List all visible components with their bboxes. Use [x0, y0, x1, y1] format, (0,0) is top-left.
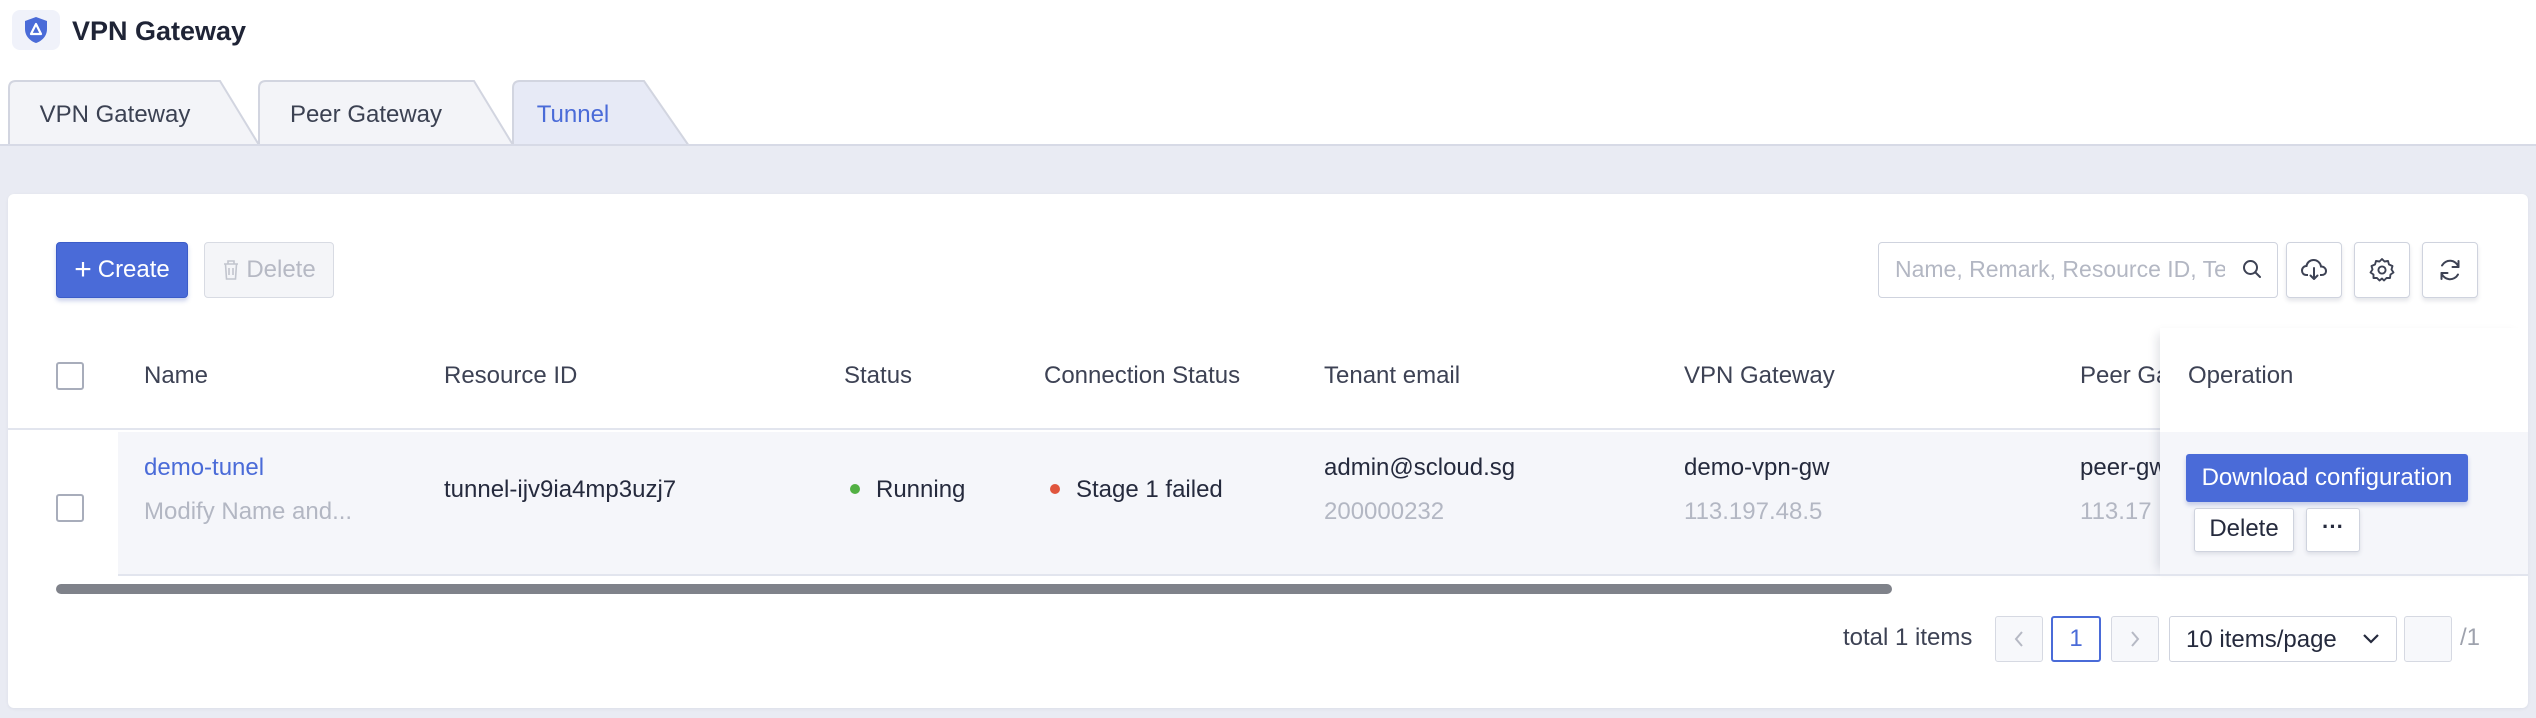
tunnel-resource-id: tunnel-ijv9ia4mp3uzj7: [444, 476, 677, 503]
next-page-button[interactable]: [2111, 616, 2159, 662]
refresh-button[interactable]: [2422, 242, 2478, 298]
column-name[interactable]: Name: [144, 362, 208, 390]
create-label: Create: [97, 256, 170, 283]
settings-button[interactable]: [2354, 242, 2410, 298]
tab-label: Peer Gateway: [289, 101, 443, 128]
gear-icon: [2369, 258, 2395, 282]
download-button[interactable]: [2286, 242, 2342, 298]
shield-icon: [25, 17, 47, 43]
select-all-checkbox[interactable]: [56, 362, 84, 390]
chevron-down-icon: [2363, 634, 2379, 644]
vpn-gateway-ip: 113.197.48.5: [1684, 498, 1823, 525]
total-items: total 1 items: [1843, 624, 1973, 651]
trash-icon: [224, 260, 239, 280]
column-tenant-email[interactable]: Tenant email: [1324, 362, 1460, 390]
more-actions-button[interactable]: ···: [2306, 508, 2360, 552]
operation-cell: Download configuration Delete ···: [2160, 432, 2528, 576]
tenant-email: admin@scloud.sg: [1324, 454, 1516, 481]
chevron-right-icon: [2131, 631, 2140, 647]
tab-tunnel[interactable]: Tunnel: [512, 80, 690, 146]
refresh-icon: [2440, 259, 2460, 281]
operation-column: Operation Download configuration Delete …: [2160, 328, 2528, 576]
tab-label: Tunnel: [536, 101, 610, 128]
create-button[interactable]: + Create: [56, 242, 188, 298]
delete-button[interactable]: Delete: [204, 242, 334, 298]
delete-label: Delete: [246, 256, 316, 283]
search-icon[interactable]: [2241, 258, 2263, 280]
tab-divider: [0, 144, 2536, 146]
tab-vpn-gateway[interactable]: VPN Gateway: [8, 80, 260, 146]
tab-peer-gateway[interactable]: Peer Gateway: [258, 80, 514, 146]
tunnel-connection-status: Stage 1 failed: [1050, 476, 1223, 504]
tunnel-list-card: + Create Delete Name, Remark, Resource I…: [8, 194, 2528, 708]
cloud-download-icon: [2300, 258, 2328, 280]
search-box: [1878, 242, 2278, 298]
download-configuration-button[interactable]: Download configuration: [2186, 454, 2468, 502]
app-logo: [12, 10, 60, 50]
row-checkbox[interactable]: [56, 494, 84, 522]
column-vpn-gateway[interactable]: VPN Gateway: [1684, 362, 1835, 390]
page-number-current[interactable]: 1: [2051, 616, 2101, 662]
tunnel-status: Running: [850, 476, 965, 504]
prev-page-button[interactable]: [1995, 616, 2043, 662]
plus-icon: +: [74, 253, 92, 286]
status-text: Running: [876, 476, 966, 503]
tenant-id: 200000232: [1324, 498, 1445, 525]
search-input[interactable]: [1895, 243, 2225, 296]
tunnel-remark[interactable]: Modify Name and...: [144, 498, 352, 526]
row-delete-button[interactable]: Delete: [2194, 508, 2294, 552]
status-dot: [850, 483, 860, 494]
connection-text: Stage 1 failed: [1076, 476, 1223, 503]
page-size-select[interactable]: 10 items/page: [2169, 616, 2397, 662]
peer-gateway-column: Peer Gateway peer-gw 113.17: [2080, 318, 2170, 576]
page-size-value: 10 items/page: [2186, 626, 2337, 653]
column-resource-id[interactable]: Resource ID: [444, 362, 577, 390]
total-pages: /1: [2460, 624, 2481, 651]
tab-bar: VPN Gateway Peer Gateway Tunnel: [0, 80, 2536, 146]
page-title: VPN Gateway: [72, 16, 247, 46]
tunnel-name-link[interactable]: demo-tunel: [144, 454, 264, 482]
page-jump-input[interactable]: [2404, 616, 2452, 662]
page-header: VPN Gateway VPN Gateway Peer Gateway Tun…: [0, 0, 2536, 146]
column-peer-gateway[interactable]: Peer Gateway: [2080, 362, 2170, 390]
column-operation: Operation: [2188, 362, 2294, 389]
peer-gateway-name[interactable]: peer-gw: [2080, 454, 2167, 482]
chevron-left-icon: [2014, 631, 2023, 647]
connection-dot: [1050, 483, 1060, 494]
column-status[interactable]: Status: [844, 362, 912, 390]
peer-gateway-ip: 113.17: [2080, 498, 2152, 525]
vpn-gateway-name[interactable]: demo-vpn-gw: [1684, 454, 1829, 482]
tab-label: VPN Gateway: [39, 101, 191, 128]
scrollbar-thumb[interactable]: [56, 584, 1892, 594]
column-connection-status[interactable]: Connection Status: [1044, 362, 1240, 390]
